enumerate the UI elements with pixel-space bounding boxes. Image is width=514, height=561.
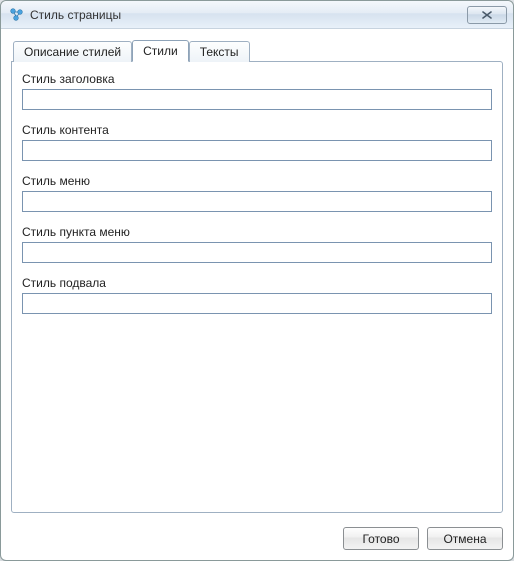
dialog-footer: Готово Отмена (1, 521, 513, 560)
input-menuitem-style[interactable] (22, 242, 492, 263)
tab-styles[interactable]: Стили (132, 40, 189, 62)
tab-strip: Описание стилей Стили Тексты (11, 39, 503, 61)
tab-label: Описание стилей (24, 45, 121, 59)
ok-button[interactable]: Готово (343, 527, 419, 550)
tab-label: Тексты (200, 45, 239, 59)
field-content-style: Стиль контента (22, 123, 492, 161)
dialog-window: Стиль страницы Описание стилей Стили Тек… (0, 0, 514, 561)
input-footer-style[interactable] (22, 293, 492, 314)
tab-style-descriptions[interactable]: Описание стилей (13, 41, 132, 62)
label-footer-style: Стиль подвала (22, 276, 492, 290)
label-content-style: Стиль контента (22, 123, 492, 137)
label-title-style: Стиль заголовка (22, 72, 492, 86)
app-icon (9, 7, 25, 23)
input-content-style[interactable] (22, 140, 492, 161)
input-title-style[interactable] (22, 89, 492, 110)
tab-panel: Стиль заголовка Стиль контента Стиль мен… (11, 61, 503, 513)
field-title-style: Стиль заголовка (22, 72, 492, 110)
close-button[interactable] (467, 6, 507, 24)
label-menu-style: Стиль меню (22, 174, 492, 188)
tab-texts[interactable]: Тексты (189, 41, 250, 62)
field-menu-style: Стиль меню (22, 174, 492, 212)
content-area: Описание стилей Стили Тексты Стиль загол… (1, 29, 513, 521)
label-menuitem-style: Стиль пункта меню (22, 225, 492, 239)
close-icon (481, 10, 493, 20)
window-title: Стиль страницы (30, 8, 467, 22)
title-bar: Стиль страницы (1, 1, 513, 29)
input-menu-style[interactable] (22, 191, 492, 212)
field-menuitem-style: Стиль пункта меню (22, 225, 492, 263)
tab-label: Стили (143, 44, 178, 58)
field-footer-style: Стиль подвала (22, 276, 492, 314)
cancel-button[interactable]: Отмена (427, 527, 503, 550)
